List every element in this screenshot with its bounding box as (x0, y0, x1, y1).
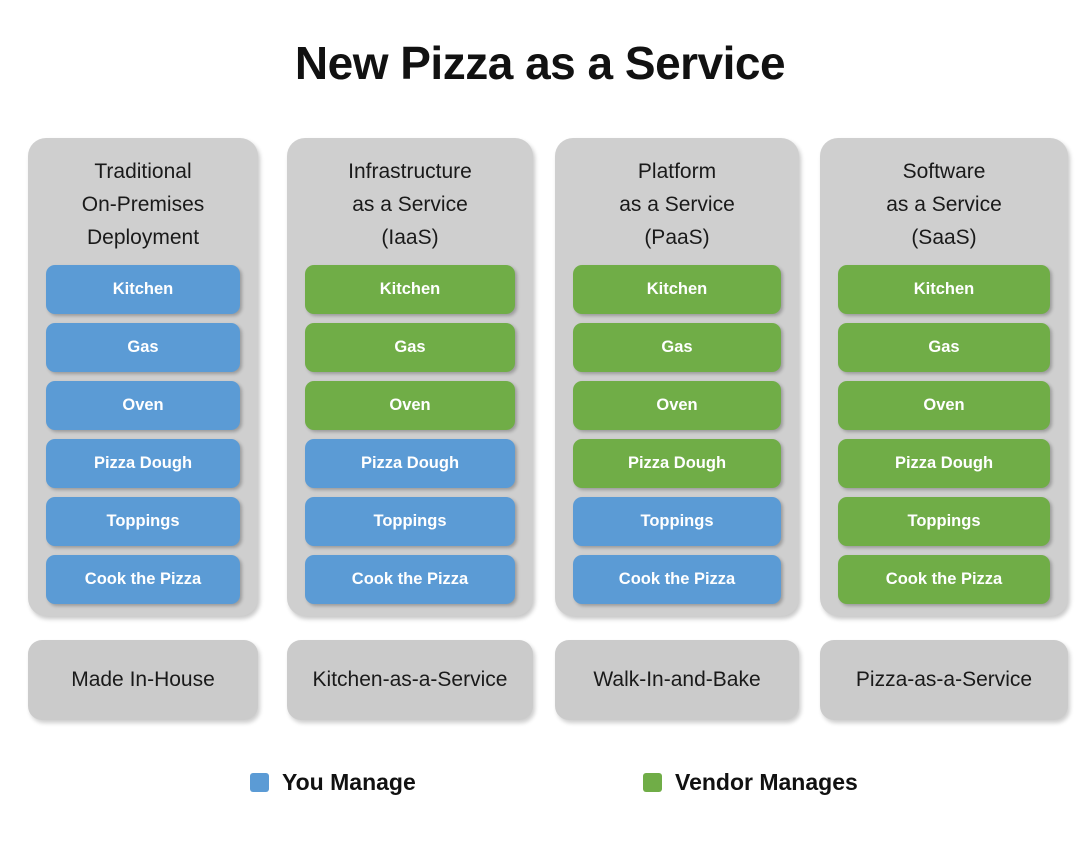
stack-item[interactable]: Cook the Pizza (305, 555, 515, 604)
column-paas[interactable]: Platform as a Service (PaaS) Kitchen Gas Oven… (555, 138, 799, 616)
column-header-line: Traditional (94, 160, 192, 183)
column-header-iaas: Infrastructure as a Service (IaaS) (287, 138, 533, 254)
stack-item[interactable]: Kitchen (573, 265, 781, 314)
stack-item[interactable]: Toppings (305, 497, 515, 546)
page-title: New Pizza as a Service (294, 37, 786, 89)
stack-items-paas: Kitchen Gas Oven Pizza Dough Toppings Cook th… (555, 265, 799, 604)
footer-label-row: Made In-House Kitchen-as-a-Service Walk-In… (0, 640, 1080, 722)
stack-item[interactable]: Cook the Pizza (838, 555, 1050, 604)
stack-item[interactable]: Toppings (46, 497, 240, 546)
legend-entry: Vendor Manages (643, 764, 858, 800)
stack-item[interactable]: Oven (838, 381, 1050, 430)
column-header-line: (SaaS) (911, 226, 977, 249)
column-header-line: as a Service (352, 193, 468, 216)
column-header-traditional-on-premises: Traditional On-Premises Deployment (28, 138, 258, 254)
stack-item[interactable]: Gas (573, 323, 781, 372)
column-saas[interactable]: Software as a Service (SaaS) Kitchen Gas Oven… (820, 138, 1068, 616)
legend-swatch-you-manage (250, 772, 269, 792)
stack-items-iaas: Kitchen Gas Oven Pizza Dough Toppings Cook th… (287, 265, 533, 604)
footer-label-saas[interactable]: Pizza-as-a-Service (820, 640, 1068, 720)
stack-item[interactable]: Oven (573, 381, 781, 430)
column-header-line: Software (902, 160, 986, 183)
service-model-columns: Traditional On-Premises Deployment Kitchen G… (0, 138, 1080, 628)
column-header-line: (IaaS) (381, 226, 439, 249)
column-header-line: (PaaS) (644, 226, 710, 249)
column-header-line: as a Service (619, 193, 735, 216)
stack-item[interactable]: Pizza Dough (305, 439, 515, 488)
stack-item[interactable]: Pizza Dough (46, 439, 240, 488)
footer-label-traditional-on-premises[interactable]: Made In-House (28, 640, 258, 720)
column-header-paas: Platform as a Service (PaaS) (555, 138, 799, 254)
column-header-saas: Software as a Service (SaaS) (820, 138, 1068, 254)
column-traditional-on-premises[interactable]: Traditional On-Premises Deployment Kitchen G… (28, 138, 258, 616)
footer-label-iaas[interactable]: Kitchen-as-a-Service (287, 640, 533, 720)
stack-item[interactable]: Toppings (838, 497, 1050, 546)
stack-item[interactable]: Toppings (573, 497, 781, 546)
stack-item[interactable]: Gas (46, 323, 240, 372)
column-header-line: Deployment (86, 226, 200, 249)
column-header-line: as a Service (886, 193, 1002, 216)
stack-item[interactable]: Oven (305, 381, 515, 430)
stack-item[interactable]: Kitchen (305, 265, 515, 314)
stack-item[interactable]: Pizza Dough (573, 439, 781, 488)
footer-label-paas[interactable]: Walk-In-and-Bake (555, 640, 799, 720)
stack-item[interactable]: Kitchen (46, 265, 240, 314)
column-header-line: Platform (637, 160, 717, 183)
column-iaas[interactable]: Infrastructure as a Service (IaaS) Kitchen G… (287, 138, 533, 616)
stack-item[interactable]: Cook the Pizza (573, 555, 781, 604)
column-header-line: On-Premises (81, 193, 205, 216)
legend: You Manage Vendor Manages (0, 764, 1080, 804)
legend-label: You Manage (282, 768, 416, 795)
column-header-line: Infrastructure (348, 160, 472, 183)
stack-items-traditional-on-premises: Kitchen Gas Oven Pizza Dough Toppings Cook th… (28, 265, 258, 604)
legend-swatch-vendor-manages (643, 772, 662, 792)
stack-item[interactable]: Pizza Dough (838, 439, 1050, 488)
stack-items-saas: Kitchen Gas Oven Pizza Dough Toppings Cook th… (820, 265, 1068, 604)
stack-item[interactable]: Kitchen (838, 265, 1050, 314)
stack-item[interactable]: Oven (46, 381, 240, 430)
legend-label: Vendor Manages (675, 768, 858, 795)
stack-item[interactable]: Gas (838, 323, 1050, 372)
stack-item[interactable]: Gas (305, 323, 515, 372)
stack-item[interactable]: Cook the Pizza (46, 555, 240, 604)
legend-entry: You Manage (250, 764, 416, 800)
